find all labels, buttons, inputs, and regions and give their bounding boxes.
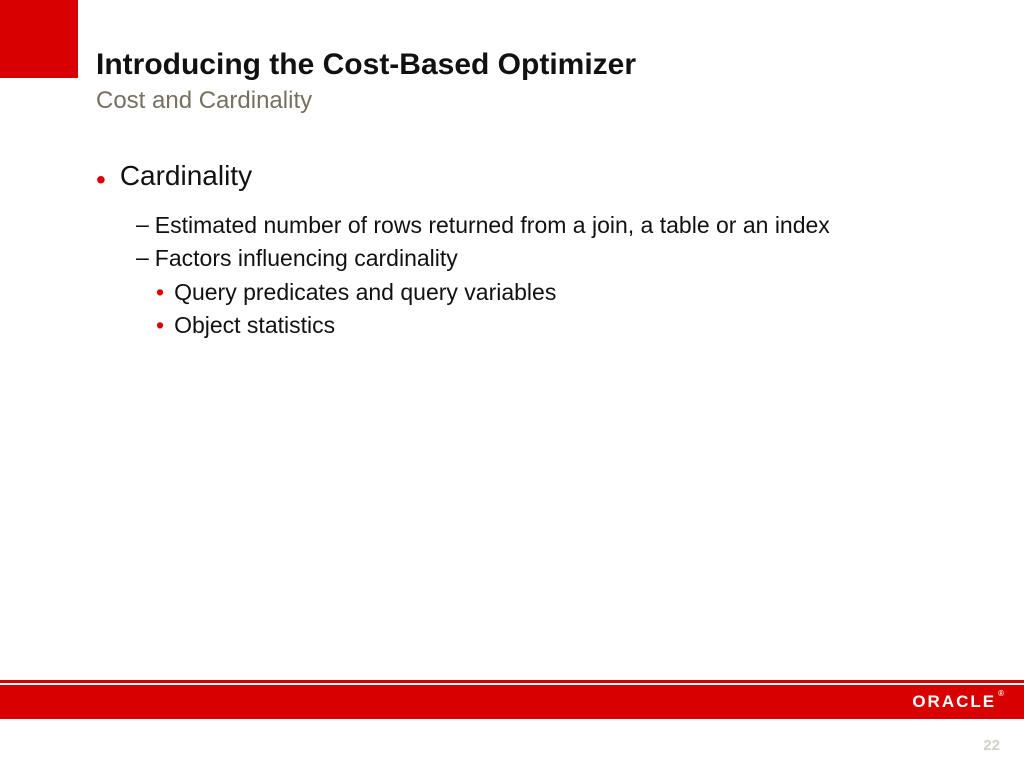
bullet-level2-text: Estimated number of rows returned from a… (155, 212, 830, 238)
bullet-dot-icon: • (96, 166, 106, 194)
slide-title: Introducing the Cost-Based Optimizer (96, 48, 984, 83)
bullet-level1: • Cardinality (96, 160, 964, 192)
dash-icon: – (136, 209, 149, 240)
bullet-level2: –Factors influencing cardinality (136, 243, 964, 274)
title-block: Introducing the Cost-Based Optimizer Cos… (96, 48, 984, 115)
oracle-logo: ORACLE® (912, 692, 1002, 712)
bullet-dot-icon: • (156, 279, 164, 305)
content-area: • Cardinality –Estimated number of rows … (96, 160, 964, 343)
bullet-level3: • Object statistics (156, 309, 964, 342)
footer-bar: ORACLE® (0, 685, 1024, 719)
bullet-dot-icon: • (156, 312, 164, 338)
bullet-level3-text: Object statistics (174, 312, 335, 338)
footer: ORACLE® (0, 680, 1024, 720)
logo-text: ORACLE (912, 692, 996, 711)
slide: Introducing the Cost-Based Optimizer Cos… (0, 0, 1024, 768)
sub-block: –Estimated number of rows returned from … (136, 210, 964, 343)
bullet-level2: –Estimated number of rows returned from … (136, 210, 964, 241)
bullet-level1-text: Cardinality (120, 160, 252, 192)
footer-accent-line (0, 680, 1024, 683)
corner-accent-box (0, 0, 78, 78)
dash-icon: – (136, 242, 149, 273)
bullet-level2-text: Factors influencing cardinality (155, 245, 458, 271)
bullet-level3: • Query predicates and query variables (156, 276, 964, 309)
slide-subtitle: Cost and Cardinality (96, 87, 984, 115)
registered-mark-icon: ® (998, 689, 1004, 698)
bullet-level3-text: Query predicates and query variables (174, 279, 556, 305)
page-number: 22 (983, 737, 1000, 754)
